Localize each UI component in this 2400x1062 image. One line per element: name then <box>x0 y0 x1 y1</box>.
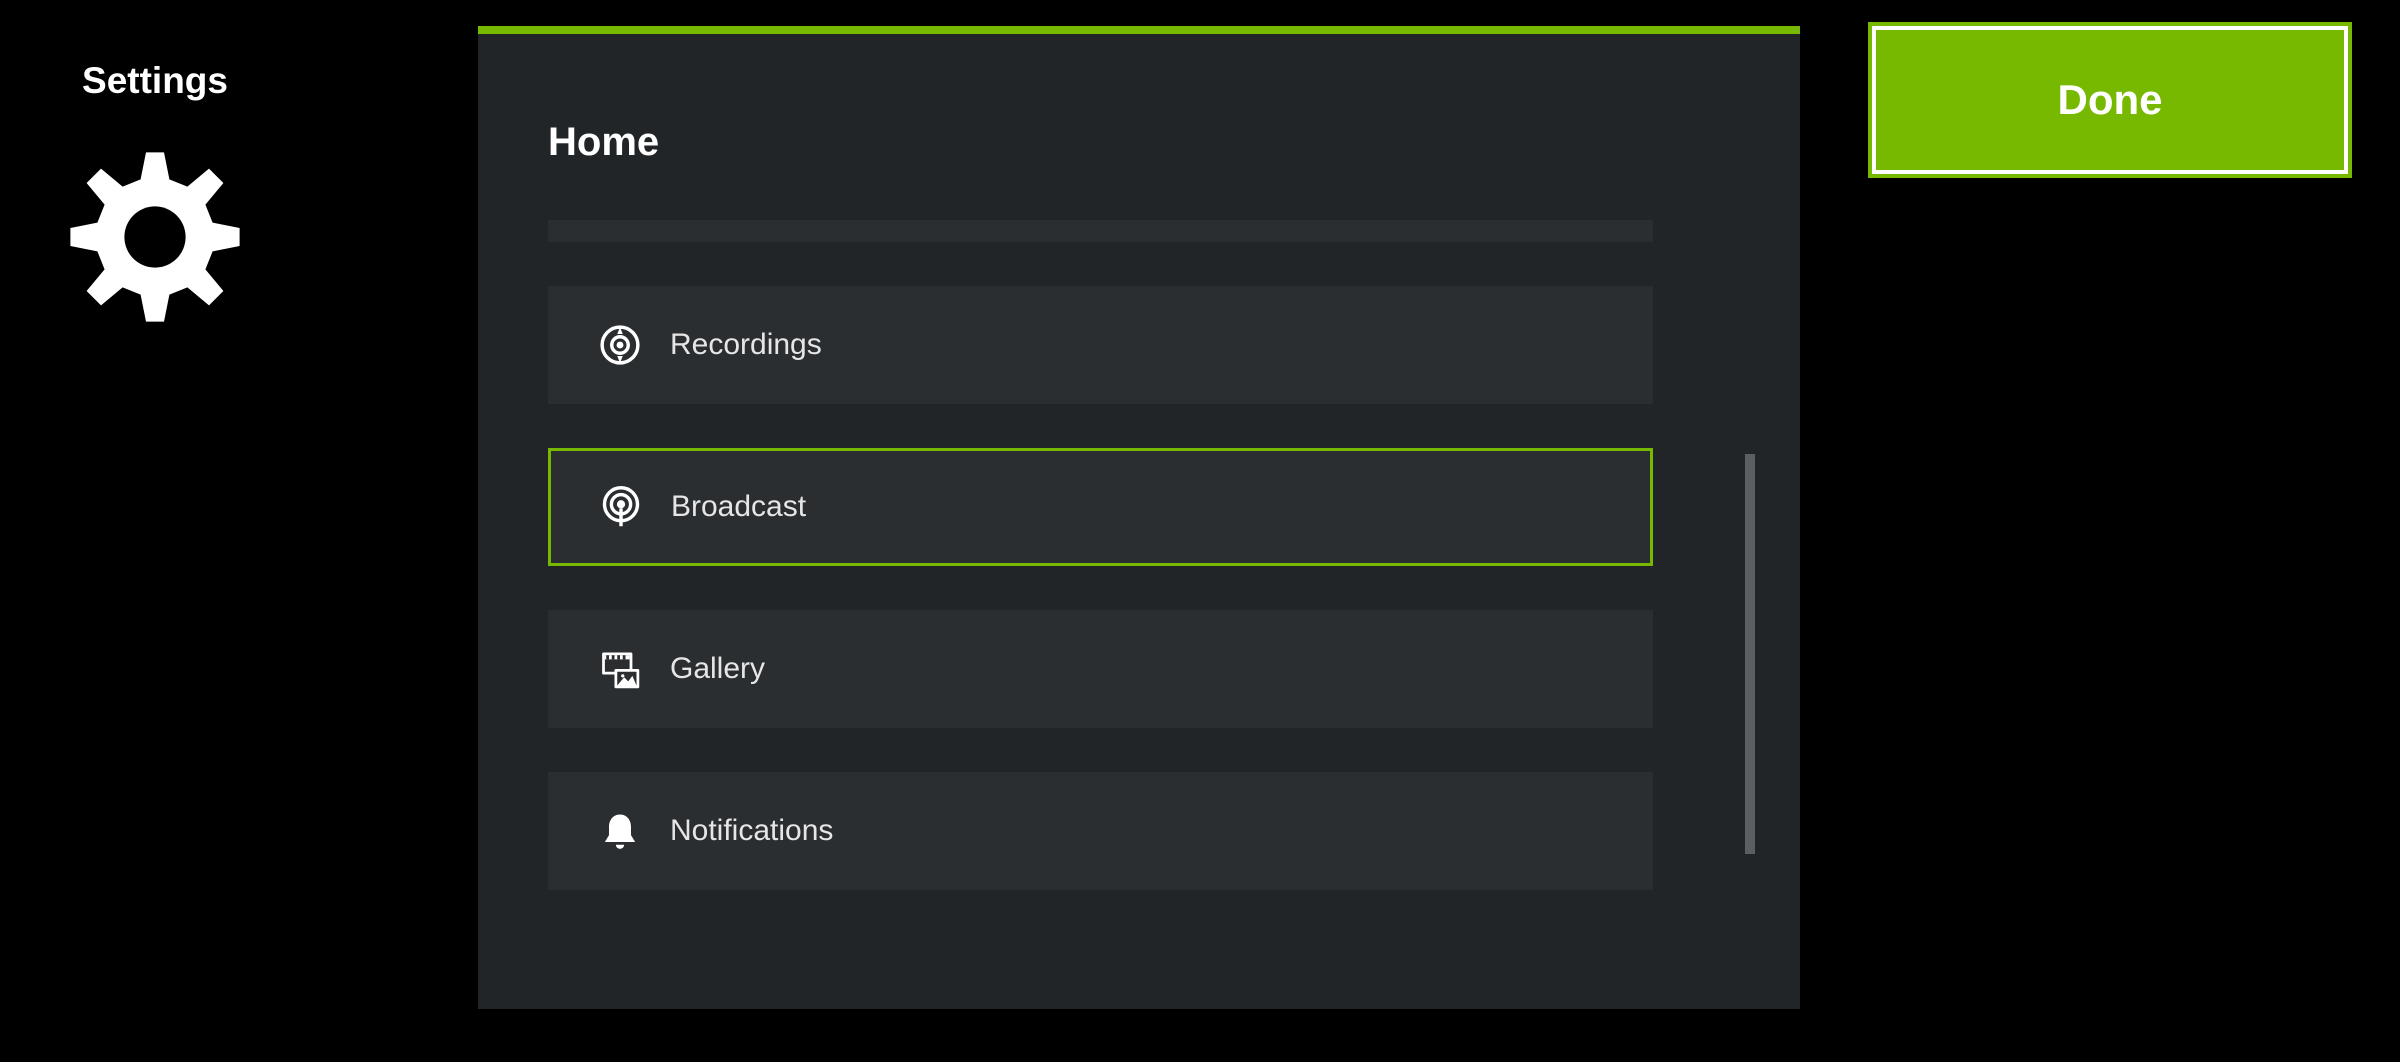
page-title: Settings <box>0 60 310 102</box>
list-item-broadcast[interactable]: Broadcast <box>548 448 1653 566</box>
list-item-label: Recordings <box>670 328 822 362</box>
recordings-icon <box>598 323 642 367</box>
scrollbar-thumb[interactable] <box>1745 454 1755 854</box>
settings-list: Keyboard shortcuts Recordings Broadcast <box>548 220 1732 960</box>
list-item-label: Broadcast <box>671 490 806 524</box>
list-item-gallery[interactable]: Gallery <box>548 610 1653 728</box>
list-item-label: Notifications <box>670 814 833 848</box>
list-item-label: Gallery <box>670 652 765 686</box>
gear-icon <box>65 147 245 327</box>
list-item-recordings[interactable]: Recordings <box>548 286 1653 404</box>
broadcast-icon <box>599 485 643 529</box>
gallery-icon <box>598 647 642 691</box>
bell-icon <box>598 809 642 853</box>
panel-title: Home <box>548 120 659 165</box>
list-item-notifications[interactable]: Notifications <box>548 772 1653 890</box>
done-button[interactable]: Done <box>1872 26 2348 174</box>
done-button-label: Done <box>2058 76 2163 124</box>
settings-panel: Home Keyboard shortcuts Recordings <box>478 26 1800 1009</box>
list-item-keyboard-shortcuts[interactable]: Keyboard shortcuts <box>548 220 1653 242</box>
